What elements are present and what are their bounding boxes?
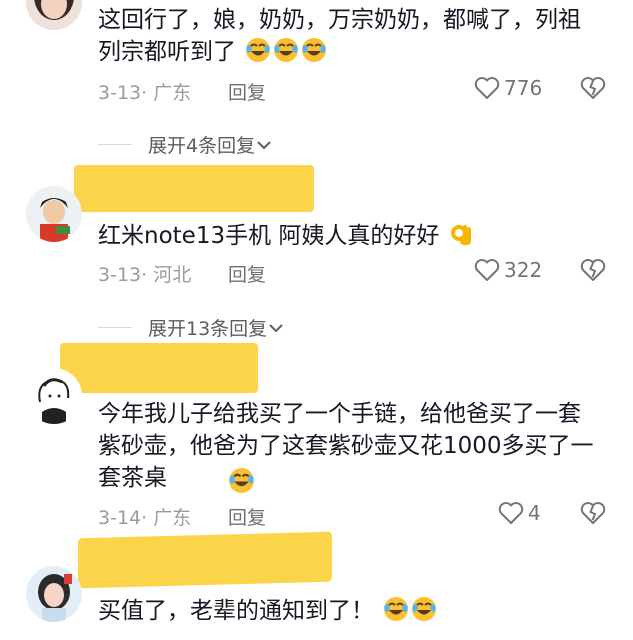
chevron-down-icon [269, 323, 283, 332]
avatar[interactable] [26, 368, 82, 424]
laughing-crying-emoji [274, 38, 299, 62]
avatar[interactable] [26, 566, 82, 622]
expand-replies-button[interactable]: 展开4条回复 [98, 131, 273, 158]
comment-meta: 3-13· 广东 [98, 82, 192, 104]
laughing-crying-emoji [384, 597, 409, 621]
comment-text: 红米note13手机 阿姨人真的好好 [98, 220, 603, 252]
divider [98, 144, 132, 145]
dislike-button[interactable] [580, 258, 606, 286]
comment-text: 今年我儿子给我买了一个手链，给他爸买了一套紫砂壶，他爸为了这套紫砂壶又花1000… [98, 401, 594, 491]
reply-button[interactable]: 回复 [228, 503, 266, 530]
heart-icon [474, 259, 500, 281]
broken-heart-icon [580, 502, 606, 524]
laughing-crying-emoji [246, 38, 271, 62]
comment-text: 这回行了，娘，奶奶，万宗奶奶，都喊了，列祖列宗都听到了 [98, 7, 581, 65]
comment-text: 买值了，老辈的通知到了！ [98, 595, 603, 627]
comment-meta: 3-13· 河北 [98, 264, 192, 286]
divider [98, 327, 132, 328]
chevron-down-icon [257, 140, 271, 149]
avatar[interactable] [26, 186, 82, 242]
heart-icon [474, 77, 500, 99]
laughing-crying-emoji [229, 468, 254, 493]
comment-meta: 3-14· 广东 [98, 507, 192, 529]
reply-button[interactable]: 回复 [228, 78, 266, 105]
like-count: 776 [504, 76, 543, 100]
like-count: 322 [504, 258, 543, 282]
avatar[interactable] [26, 0, 82, 30]
redacted-username [78, 531, 332, 589]
dislike-button[interactable] [580, 76, 606, 104]
ok-hand-emoji [450, 225, 471, 245]
redacted-username [60, 343, 258, 393]
laughing-crying-emoji [412, 597, 437, 621]
heart-icon [498, 502, 524, 524]
broken-heart-icon [580, 77, 606, 99]
like-count: 4 [528, 501, 541, 525]
redacted-username [74, 165, 314, 212]
like-button[interactable]: 322 [474, 258, 542, 282]
like-button[interactable]: 4 [498, 501, 541, 525]
dislike-button[interactable] [580, 501, 606, 529]
like-button[interactable]: 776 [474, 76, 542, 100]
expand-replies-button[interactable]: 展开13条回复 [98, 314, 285, 341]
broken-heart-icon [580, 259, 606, 281]
reply-button[interactable]: 回复 [228, 260, 266, 287]
laughing-crying-emoji [302, 38, 327, 62]
